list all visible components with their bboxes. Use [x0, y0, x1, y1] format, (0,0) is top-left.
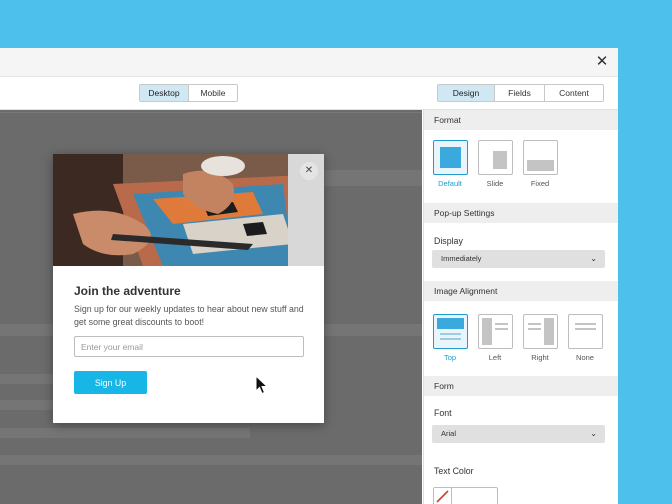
alignment-option-none[interactable]: None	[567, 314, 603, 362]
tab-content[interactable]: Content	[544, 85, 603, 101]
page-placeholder	[0, 428, 250, 438]
display-select-value: Immediately	[441, 254, 482, 263]
format-option-default[interactable]: Default	[432, 140, 468, 188]
alignment-option-left[interactable]: Left	[477, 314, 513, 362]
alignment-option-right[interactable]: Right	[522, 314, 558, 362]
text-color-picker[interactable]	[433, 487, 498, 504]
toolbar: Desktop Mobile Design Fields Content	[0, 77, 618, 110]
section-image-alignment-heading: Image Alignment	[424, 281, 618, 301]
section-popup-settings-heading: Pop-up Settings	[424, 203, 618, 223]
popup-description: Sign up for our weekly updates to hear a…	[74, 304, 304, 327]
align-right-icon	[522, 314, 558, 349]
email-field[interactable]	[74, 336, 304, 357]
align-top-icon	[432, 314, 468, 349]
sign-up-button[interactable]: Sign Up	[74, 371, 147, 394]
font-select-value: Arial	[441, 429, 457, 438]
alignment-option-label: None	[576, 353, 594, 362]
chevron-down-icon: ⌄	[590, 429, 597, 438]
tab-fields[interactable]: Fields	[494, 85, 544, 101]
page-placeholder	[0, 112, 422, 113]
popup-preview: ✕ Join the adventure Sign up for our wee…	[53, 154, 324, 423]
panel-tabs: Design Fields Content	[437, 84, 604, 102]
format-option-slide[interactable]: Slide	[477, 140, 513, 188]
display-select[interactable]: Immediately ⌄	[432, 250, 605, 268]
page-placeholder	[0, 400, 53, 410]
design-panel: Format Default Slide Fixed Pop-up Settin…	[423, 110, 618, 504]
font-select[interactable]: Arial ⌄	[432, 425, 605, 443]
format-option-fixed[interactable]: Fixed	[522, 140, 558, 188]
format-option-label: Slide	[486, 179, 504, 188]
align-none-icon	[567, 314, 603, 349]
popup-title: Join the adventure	[74, 284, 181, 298]
popup-close-icon[interactable]: ✕	[300, 162, 318, 180]
editor-window: ✕ Desktop Mobile Design Fields Content ✕…	[0, 48, 618, 504]
chevron-down-icon: ⌄	[590, 254, 597, 263]
tab-desktop[interactable]: Desktop	[140, 85, 188, 101]
close-icon[interactable]: ✕	[594, 54, 610, 70]
page-placeholder	[0, 324, 53, 336]
format-slide-icon	[477, 140, 513, 175]
format-option-label: Default	[438, 179, 462, 188]
align-left-icon	[477, 314, 513, 349]
format-option-label: Fixed	[530, 179, 550, 188]
weaving-photo	[53, 154, 324, 266]
section-form-heading: Form	[424, 376, 618, 396]
alignment-option-label: Left	[488, 353, 502, 362]
no-color-icon	[434, 488, 452, 504]
mouse-pointer-icon	[255, 375, 269, 395]
page-placeholder	[0, 455, 422, 465]
format-default-icon	[432, 140, 468, 175]
section-format-heading: Format	[424, 110, 618, 130]
preview-canvas: ✕ Join the adventure Sign up for our wee…	[0, 110, 422, 504]
tab-design[interactable]: Design	[438, 85, 494, 101]
view-toggle: Desktop Mobile	[139, 84, 238, 102]
page-placeholder	[324, 324, 422, 336]
tab-mobile[interactable]: Mobile	[188, 85, 237, 101]
format-fixed-icon	[522, 140, 558, 175]
display-label: Display	[434, 236, 463, 246]
alignment-option-label: Right	[531, 353, 549, 362]
title-bar: ✕	[0, 48, 618, 77]
alignment-option-top[interactable]: Top	[432, 314, 468, 362]
page-placeholder	[0, 374, 53, 384]
text-color-label: Text Color	[434, 466, 474, 476]
font-label: Font	[434, 408, 452, 418]
page-placeholder	[324, 170, 422, 186]
hero-image: ✕	[53, 154, 324, 266]
alignment-option-label: Top	[443, 353, 457, 362]
